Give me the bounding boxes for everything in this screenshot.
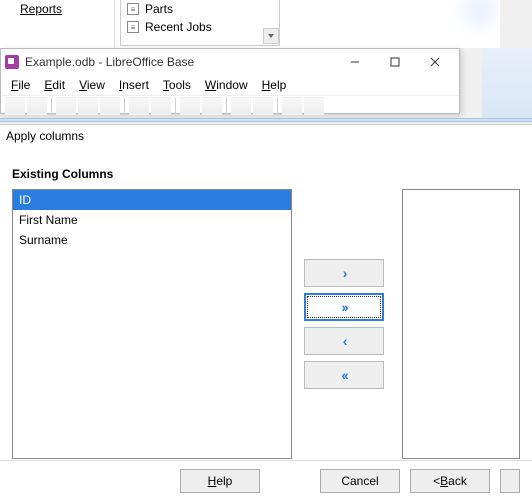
toolbar-button[interactable] [78,97,98,115]
app-window: Example.odb - LibreOffice Base File Edit… [0,48,460,114]
menu-view[interactable]: View [73,76,111,94]
scroll-down-icon[interactable] [263,28,279,44]
chevron-right-icon: › [343,265,346,281]
toolbar-button[interactable] [5,97,25,115]
help-button[interactable]: Help [180,469,260,493]
existing-columns-label: Existing Columns [0,159,532,185]
next-button-partial[interactable] [500,469,520,493]
chevron-double-left-icon: ‹‹ [341,367,346,383]
bg-list-item-label: Parts [145,2,173,16]
bg-sidebar: Reports [0,0,115,48]
titlebar: Example.odb - LibreOffice Base [1,49,459,75]
minimize-button[interactable] [335,49,375,75]
menu-insert[interactable]: Insert [113,76,155,94]
dialog-title: Apply columns [0,125,532,147]
toolbar [1,95,459,115]
bg-list-item-label: Recent Jobs [145,20,212,34]
toolbar-button[interactable] [282,97,302,115]
menu-file[interactable]: File [5,76,36,94]
dialog-body: ID First Name Surname › ›› ‹ ‹‹ [0,185,532,463]
divider-strip [0,118,532,122]
toolbar-button[interactable] [202,97,222,115]
toolbar-separator [124,98,125,114]
toolbar-separator [51,98,52,114]
maximize-button[interactable] [375,49,415,75]
bg-right-strip [482,48,532,118]
menu-help[interactable]: Help [256,76,293,94]
menu-tools[interactable]: Tools [157,76,197,94]
move-buttons-group: › ›› ‹ ‹‹ [304,259,384,389]
move-all-left-button[interactable]: ‹‹ [304,361,384,389]
decorative-swirl [450,0,500,48]
cancel-button[interactable]: Cancel [320,469,400,493]
toolbar-button[interactable] [100,97,120,115]
toolbar-button[interactable] [253,97,273,115]
toolbar-button[interactable] [27,97,47,115]
table-icon: ≡ [127,21,139,33]
target-columns-listbox[interactable] [402,189,520,459]
back-button[interactable]: < Back [410,469,490,493]
move-all-right-button[interactable]: ›› [304,293,384,321]
toolbar-button[interactable] [129,97,149,115]
list-item[interactable]: ID [13,190,291,210]
list-item[interactable]: Surname [13,230,291,250]
toolbar-separator [226,98,227,114]
toolbar-button[interactable] [151,97,171,115]
apply-columns-dialog: Apply columns Existing Columns ID First … [0,124,532,500]
chevron-left-icon: ‹ [343,333,346,349]
menu-window[interactable]: Window [199,76,254,94]
toolbar-button[interactable] [304,97,324,115]
menu-edit[interactable]: Edit [38,76,71,94]
bg-list: ≡ Parts ≡ Recent Jobs [120,0,280,46]
move-left-button[interactable]: ‹ [304,327,384,355]
chevron-double-right-icon: ›› [341,299,346,315]
list-item[interactable]: First Name [13,210,291,230]
toolbar-separator [175,98,176,114]
dialog-footer: Help Cancel < Back [0,460,532,500]
menubar: File Edit View Insert Tools Window Help [1,75,459,95]
toolbar-button[interactable] [231,97,251,115]
toolbar-separator [277,98,278,114]
existing-columns-listbox[interactable]: ID First Name Surname [12,189,292,459]
close-button[interactable] [415,49,455,75]
background-window: Reports ≡ Parts ≡ Recent Jobs [0,0,500,48]
toolbar-button[interactable] [56,97,76,115]
toolbar-button[interactable] [180,97,200,115]
table-icon: ≡ [127,3,139,15]
bg-list-item[interactable]: ≡ Recent Jobs [121,18,279,36]
window-title: Example.odb - LibreOffice Base [25,55,335,69]
window-controls [335,49,455,75]
bg-list-item[interactable]: ≡ Parts [121,0,279,18]
move-right-button[interactable]: › [304,259,384,287]
libreoffice-base-icon [5,55,19,69]
bg-sidebar-item-reports[interactable]: Reports [20,2,62,16]
